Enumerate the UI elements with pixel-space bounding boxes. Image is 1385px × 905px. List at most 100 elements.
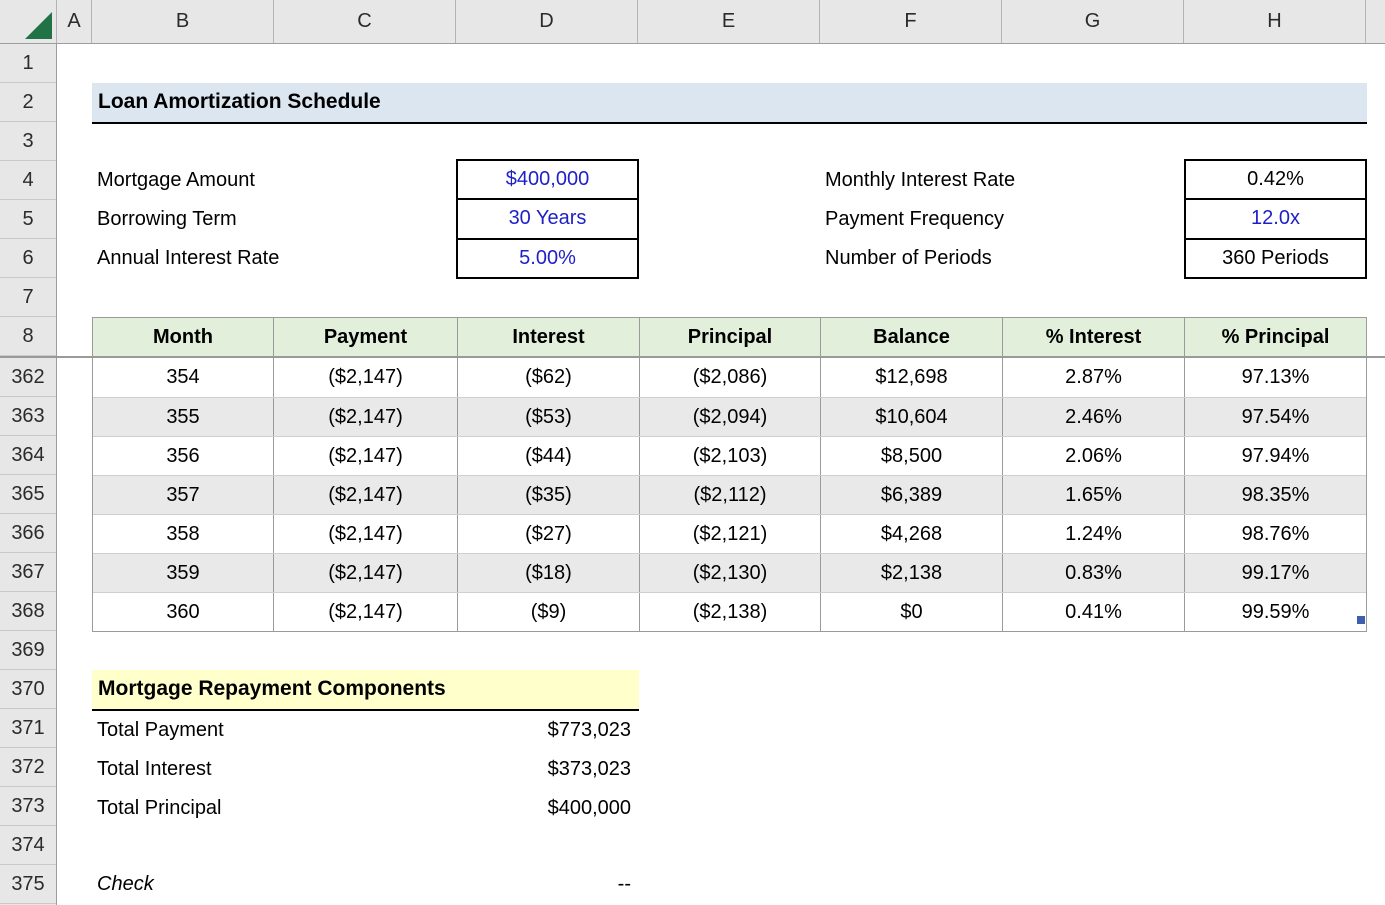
header-interest[interactable]: Interest <box>458 318 640 356</box>
total-principal-label[interactable]: Total Principal <box>97 797 222 820</box>
check-label[interactable]: Check <box>97 873 154 896</box>
row-header-366[interactable]: 366 <box>0 514 56 553</box>
cell-pct-interest[interactable]: 1.65% <box>1003 476 1185 514</box>
fill-handle[interactable] <box>1357 616 1365 624</box>
sheet-title[interactable]: Loan Amortization Schedule <box>92 83 1367 124</box>
payment-frequency-input[interactable]: 12.0x <box>1186 198 1365 237</box>
row-header-362[interactable]: 362 <box>0 358 56 397</box>
cell-month[interactable]: 357 <box>93 476 274 514</box>
cell-payment[interactable]: ($2,147) <box>274 437 458 475</box>
row-header-375[interactable]: 375 <box>0 865 56 904</box>
row-header-368[interactable]: 368 <box>0 592 56 631</box>
cell-month[interactable]: 359 <box>93 554 274 592</box>
row-header-372[interactable]: 372 <box>0 748 56 787</box>
cell-month[interactable]: 354 <box>93 358 274 397</box>
monthly-interest-rate-label[interactable]: Monthly Interest Rate <box>825 161 1185 200</box>
cell-pct-interest[interactable]: 0.41% <box>1003 593 1185 631</box>
cell-payment[interactable]: ($2,147) <box>274 593 458 631</box>
column-header-g[interactable]: G <box>1002 0 1184 43</box>
column-header-e[interactable]: E <box>638 0 820 43</box>
cell-month[interactable]: 358 <box>93 515 274 553</box>
borrowing-term-input[interactable]: 30 Years <box>458 198 637 237</box>
row-header-373[interactable]: 373 <box>0 787 56 826</box>
cell-pct-interest[interactable]: 2.87% <box>1003 358 1185 397</box>
total-interest-value[interactable]: $373,023 <box>548 758 631 781</box>
cell-pct-principal[interactable]: 99.17% <box>1185 554 1366 592</box>
cell-principal[interactable]: ($2,086) <box>640 358 821 397</box>
cell-principal[interactable]: ($2,112) <box>640 476 821 514</box>
cell-pct-principal[interactable]: 98.35% <box>1185 476 1366 514</box>
cell-balance[interactable]: $4,268 <box>821 515 1003 553</box>
row-header-6[interactable]: 6 <box>0 239 56 278</box>
row-header-371[interactable]: 371 <box>0 709 56 748</box>
mortgage-amount-input[interactable]: $400,000 <box>458 161 637 198</box>
row-header-367[interactable]: 367 <box>0 553 56 592</box>
cell-pct-principal[interactable]: 99.59% <box>1185 593 1366 631</box>
column-header-f[interactable]: F <box>820 0 1002 43</box>
cell-interest[interactable]: ($35) <box>458 476 640 514</box>
cell-month[interactable]: 355 <box>93 398 274 436</box>
column-header-h[interactable]: H <box>1184 0 1366 43</box>
column-header-a[interactable]: A <box>57 0 92 43</box>
annual-interest-rate-label[interactable]: Annual Interest Rate <box>97 239 457 278</box>
cell-balance[interactable]: $10,604 <box>821 398 1003 436</box>
cell-interest[interactable]: ($27) <box>458 515 640 553</box>
cell-month[interactable]: 360 <box>93 593 274 631</box>
row-header-7[interactable]: 7 <box>0 278 56 317</box>
borrowing-term-label[interactable]: Borrowing Term <box>97 200 457 239</box>
annual-interest-rate-input[interactable]: 5.00% <box>458 238 637 277</box>
header-balance[interactable]: Balance <box>821 318 1003 356</box>
header-payment[interactable]: Payment <box>274 318 458 356</box>
cell-balance[interactable]: $6,389 <box>821 476 1003 514</box>
row-header-5[interactable]: 5 <box>0 200 56 239</box>
header-pct-interest[interactable]: % Interest <box>1003 318 1185 356</box>
summary-title[interactable]: Mortgage Repayment Components <box>92 670 639 711</box>
row-header-1[interactable]: 1 <box>0 44 56 83</box>
row-header-370[interactable]: 370 <box>0 670 56 709</box>
cell-principal[interactable]: ($2,138) <box>640 593 821 631</box>
row-header-369[interactable]: 369 <box>0 631 56 670</box>
cell-balance[interactable]: $0 <box>821 593 1003 631</box>
cell-interest[interactable]: ($53) <box>458 398 640 436</box>
header-pct-principal[interactable]: % Principal <box>1185 318 1366 356</box>
cell-interest[interactable]: ($62) <box>458 358 640 397</box>
column-header-i-partial[interactable] <box>1366 0 1385 43</box>
row-header-2[interactable]: 2 <box>0 83 56 122</box>
row-header-365[interactable]: 365 <box>0 475 56 514</box>
cell-payment[interactable]: ($2,147) <box>274 515 458 553</box>
cell-principal[interactable]: ($2,130) <box>640 554 821 592</box>
cell-interest[interactable]: ($18) <box>458 554 640 592</box>
mortgage-amount-label[interactable]: Mortgage Amount <box>97 161 457 200</box>
header-month[interactable]: Month <box>93 318 274 356</box>
column-header-c[interactable]: C <box>274 0 456 43</box>
cell-pct-interest[interactable]: 1.24% <box>1003 515 1185 553</box>
cell-payment[interactable]: ($2,147) <box>274 398 458 436</box>
row-header-3[interactable]: 3 <box>0 122 56 161</box>
cell-payment[interactable]: ($2,147) <box>274 554 458 592</box>
row-header-8[interactable]: 8 <box>0 317 56 356</box>
cell-balance[interactable]: $8,500 <box>821 437 1003 475</box>
cell-payment[interactable]: ($2,147) <box>274 476 458 514</box>
row-header-364[interactable]: 364 <box>0 436 56 475</box>
cell-balance[interactable]: $2,138 <box>821 554 1003 592</box>
cell-principal[interactable]: ($2,103) <box>640 437 821 475</box>
cell-pct-interest[interactable]: 0.83% <box>1003 554 1185 592</box>
cell-pct-interest[interactable]: 2.46% <box>1003 398 1185 436</box>
total-interest-label[interactable]: Total Interest <box>97 758 212 781</box>
header-principal[interactable]: Principal <box>640 318 821 356</box>
cell-interest[interactable]: ($44) <box>458 437 640 475</box>
cell-month[interactable]: 356 <box>93 437 274 475</box>
select-all-corner[interactable] <box>0 0 57 43</box>
total-payment-label[interactable]: Total Payment <box>97 719 224 742</box>
cell-pct-principal[interactable]: 98.76% <box>1185 515 1366 553</box>
cell-principal[interactable]: ($2,094) <box>640 398 821 436</box>
cell-pct-interest[interactable]: 2.06% <box>1003 437 1185 475</box>
row-header-363[interactable]: 363 <box>0 397 56 436</box>
total-payment-value[interactable]: $773,023 <box>548 719 631 742</box>
column-header-d[interactable]: D <box>456 0 638 43</box>
check-value[interactable]: -- <box>618 873 631 896</box>
row-header-374[interactable]: 374 <box>0 826 56 865</box>
number-of-periods-label[interactable]: Number of Periods <box>825 239 1185 278</box>
cell-balance[interactable]: $12,698 <box>821 358 1003 397</box>
number-of-periods-value[interactable]: 360 Periods <box>1186 238 1365 277</box>
